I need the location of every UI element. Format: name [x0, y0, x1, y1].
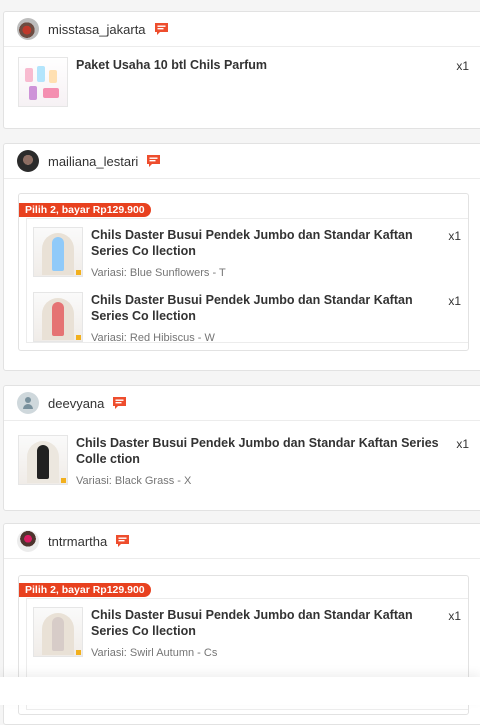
product-thumbnail: [33, 227, 83, 277]
order-item[interactable]: Chils Daster Busui Pendek Jumbo dan Stan…: [27, 279, 468, 344]
chat-bubble-icon[interactable]: [154, 22, 169, 36]
order-item[interactable]: Chils Daster Busui Pendek Jumbo dan Stan…: [18, 435, 469, 487]
order-card: misstasa_jakarta Paket Usaha 10 btl Chil…: [3, 11, 480, 129]
order-card-header: deevyana: [4, 386, 480, 421]
buyer-username[interactable]: deevyana: [48, 396, 104, 411]
product-name: Chils Daster Busui Pendek Jumbo dan Stan…: [76, 436, 439, 466]
buyer-username[interactable]: misstasa_jakarta: [48, 22, 146, 37]
bundle-item-list: Chils Daster Busui Pendek Jumbo dan Stan…: [26, 218, 468, 344]
item-quantity: x1: [448, 609, 461, 623]
product-variant: Variasi: Swirl Autumn - Cs: [91, 647, 218, 659]
bundle-deal-badge: Pilih 2, bayar Rp129.900: [19, 583, 151, 597]
product-thumbnail: [18, 57, 68, 107]
avatar: [17, 530, 39, 552]
product-variant: Variasi: Black Grass - X: [76, 475, 192, 487]
chat-bubble-icon[interactable]: [115, 534, 130, 548]
product-name: Chils Daster Busui Pendek Jumbo dan Stan…: [91, 293, 413, 323]
avatar: [17, 150, 39, 172]
order-item[interactable]: Chils Daster Busui Pendek Jumbo dan Stan…: [27, 599, 468, 659]
product-name: Chils Daster Busui Pendek Jumbo dan Stan…: [91, 608, 413, 638]
product-variant: Variasi: Blue Sunflowers - T: [91, 267, 226, 279]
bottom-overlay: [0, 677, 480, 705]
order-item[interactable]: Chils Daster Busui Pendek Jumbo dan Stan…: [27, 219, 468, 279]
product-thumbnail: [18, 435, 68, 485]
order-card: mailiana_lestari Pilih 2, bayar Rp129.90…: [3, 143, 480, 371]
item-quantity: x1: [456, 59, 469, 73]
product-name: Chils Daster Busui Pendek Jumbo dan Stan…: [91, 228, 413, 258]
buyer-username[interactable]: mailiana_lestari: [48, 154, 138, 169]
chat-bubble-icon[interactable]: [112, 396, 127, 410]
product-name: Paket Usaha 10 btl Chils Parfum: [76, 58, 268, 72]
product-variant: Variasi: Red Hibiscus - W: [91, 332, 215, 344]
item-quantity: x1: [456, 437, 469, 451]
order-card-header: mailiana_lestari: [4, 144, 480, 179]
product-thumbnail: [33, 292, 83, 342]
buyer-username[interactable]: tntrmartha: [48, 534, 107, 549]
order-card-header: tntrmartha: [4, 524, 480, 559]
order-item[interactable]: Paket Usaha 10 btl Chils Parfum x1: [18, 57, 469, 107]
item-quantity: x1: [448, 294, 461, 308]
product-thumbnail: [33, 607, 83, 657]
chat-bubble-icon[interactable]: [146, 154, 161, 168]
order-card-header: misstasa_jakarta: [4, 12, 480, 47]
item-quantity: x1: [448, 229, 461, 243]
order-card: deevyana Chils Daster Busui Pendek Jumbo…: [3, 385, 480, 511]
bundle-deal-group: Pilih 2, bayar Rp129.900 Chils Daster Bu…: [18, 193, 469, 351]
avatar: [17, 18, 39, 40]
bundle-deal-badge: Pilih 2, bayar Rp129.900: [19, 203, 151, 217]
avatar: [17, 392, 39, 414]
